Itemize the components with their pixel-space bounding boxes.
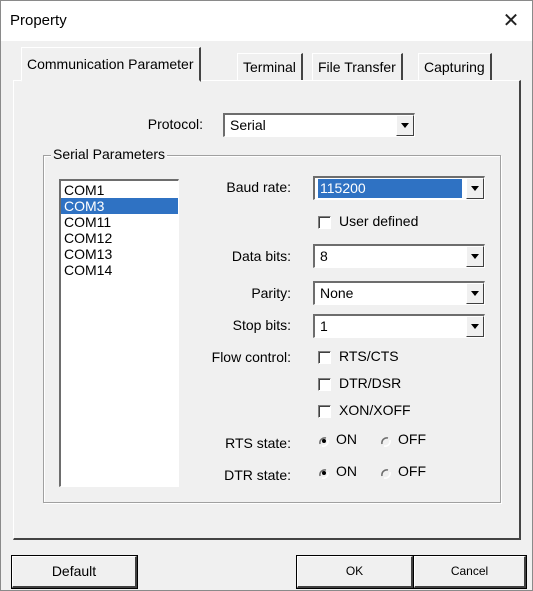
tab-capturing[interactable]: Capturing [418, 53, 492, 80]
property-dialog: Property ✕ Communication Parameter Termi… [0, 0, 533, 591]
close-icon[interactable]: ✕ [498, 7, 524, 35]
ok-button[interactable]: OK [296, 555, 414, 589]
title-bar: Property ✕ [1, 1, 532, 41]
tab-terminal[interactable]: Terminal [237, 53, 303, 80]
tab-communication-parameter[interactable]: Communication Parameter [21, 47, 201, 82]
window-title: Property [10, 12, 67, 29]
tab-file-transfer[interactable]: File Transfer [312, 53, 403, 80]
default-button[interactable]: Default [11, 555, 138, 589]
cancel-button[interactable]: Cancel [413, 555, 527, 589]
tab-panel [13, 80, 521, 540]
